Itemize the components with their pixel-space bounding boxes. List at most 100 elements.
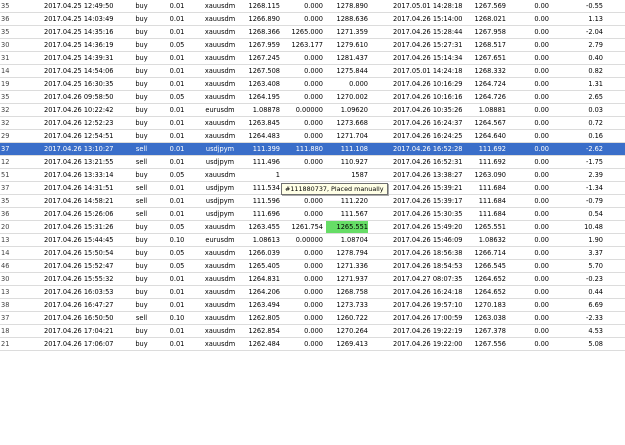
close-time-cell: 2017.04.26 16:24:37	[393, 119, 463, 127]
row-id-cell: 36	[1, 210, 10, 218]
size-cell: 0.01	[169, 288, 185, 296]
type-cell: buy	[135, 67, 148, 75]
profit-cell: -2.33	[585, 314, 603, 322]
commission-cell: 0.00	[534, 145, 549, 153]
open-price-cell: 111.596	[252, 197, 280, 205]
symbol-cell: usdjpym	[205, 210, 235, 218]
table-row[interactable]: 20 2017.04.26 15:31:26 buy 0.05 xauusdm 1263.…	[0, 221, 625, 234]
close-time-cell: 2017.05.01 14:24:18	[393, 67, 463, 75]
type-cell: buy	[135, 41, 148, 49]
profit-cell: -0.23	[585, 275, 603, 283]
row-id-cell: 35	[1, 2, 10, 10]
table-row[interactable]: 18 2017.04.26 17:04:21 buy 0.01 xauusdm 1262.…	[0, 325, 625, 338]
take-profit-cell: 1288.636	[336, 15, 368, 23]
commission-cell: 0.00	[534, 223, 549, 231]
table-row[interactable]: 32 2017.04.26 10:22:42 buy 0.01 eurusdm 1.088…	[0, 104, 625, 117]
stop-loss-cell: 0.00000	[295, 236, 323, 244]
close-time-cell: 2017.04.26 16:52:28	[393, 145, 463, 153]
table-row[interactable]: 13 2017.04.26 15:44:45 buy 0.10 eurusdm 1.086…	[0, 234, 625, 247]
take-profit-cell: 1260.722	[336, 314, 368, 322]
table-row[interactable]: 38 2017.04.26 16:47:27 buy 0.01 xauusdm 1263.…	[0, 299, 625, 312]
stop-loss-cell: 0.000	[304, 119, 323, 127]
profit-cell: 2.39	[588, 171, 603, 179]
stop-loss-cell: 0.000	[304, 288, 323, 296]
table-row[interactable]: 46 2017.04.26 15:52:47 buy 0.05 xauusdm 1265.…	[0, 260, 625, 273]
commission-cell: 0.00	[534, 15, 549, 23]
table-row[interactable]: 30 2017.04.25 14:36:19 buy 0.05 xauusdm 1267.…	[0, 39, 625, 52]
symbol-cell: usdjpym	[205, 145, 235, 153]
close-price-cell: 111.684	[478, 184, 506, 192]
close-time-cell: 2017.04.26 16:24:18	[393, 288, 463, 296]
profit-cell: 2.65	[588, 93, 603, 101]
open-price-cell: 1262.805	[248, 314, 280, 322]
close-price-cell: 111.684	[478, 210, 506, 218]
open-time-cell: 2017.04.26 14:31:51	[44, 184, 114, 192]
take-profit-cell: 1265.551	[326, 221, 368, 233]
take-profit-cell: 111.567	[340, 210, 368, 218]
symbol-cell: eurusdm	[205, 236, 235, 244]
open-price-cell: 1267.959	[248, 41, 280, 49]
table-row[interactable]: 32 2017.04.26 12:52:23 buy 0.01 xauusdm 1263.…	[0, 117, 625, 130]
table-row[interactable]: 14 2017.04.26 15:50:54 buy 0.05 xauusdm 1266.…	[0, 247, 625, 260]
take-profit-cell: 1271.359	[336, 28, 368, 36]
size-cell: 0.05	[169, 223, 185, 231]
table-row[interactable]: 35 2017.04.26 14:58:21 sell 0.01 usdjpym 111.…	[0, 195, 625, 208]
symbol-cell: xauusdm	[204, 67, 236, 75]
commission-cell: 0.00	[534, 184, 549, 192]
commission-cell: 0.00	[534, 132, 549, 140]
size-cell: 0.01	[169, 197, 185, 205]
close-time-cell: 2017.04.26 15:39:17	[393, 197, 463, 205]
open-price-cell: 1264.195	[248, 93, 280, 101]
table-row[interactable]: 51 2017.04.26 13:33:14 buy 0.05 xauusdm 1 1587…	[0, 169, 625, 182]
symbol-cell: xauusdm	[204, 301, 236, 309]
take-profit-cell: 111.220	[340, 197, 368, 205]
table-row[interactable]: 12 2017.04.26 13:21:55 sell 0.01 usdjpym 111.…	[0, 156, 625, 169]
close-price-cell: 1266.714	[474, 249, 506, 257]
commission-cell: 0.00	[534, 158, 549, 166]
close-price-cell: 1263.090	[474, 171, 506, 179]
size-cell: 0.01	[169, 119, 185, 127]
open-time-cell: 2017.04.26 16:50:50	[44, 314, 114, 322]
close-price-cell: 1264.726	[474, 93, 506, 101]
table-row[interactable]: 14 2017.04.25 14:54:06 buy 0.01 xauusdm 1267.…	[0, 65, 625, 78]
stop-loss-cell: 0.000	[304, 314, 323, 322]
commission-cell: 0.00	[534, 197, 549, 205]
table-row[interactable]: 37 2017.04.26 13:10:27 sell 0.01 usdjpym 111.…	[0, 143, 625, 156]
commission-cell: 0.00	[534, 119, 549, 127]
table-row[interactable]: 35 2017.04.25 14:35:16 buy 0.01 xauusdm 1268.…	[0, 26, 625, 39]
table-row[interactable]: 36 2017.04.26 15:26:06 sell 0.01 usdjpym 111.…	[0, 208, 625, 221]
table-row[interactable]: 30 2017.04.26 15:55:32 buy 0.01 xauusdm 1264.…	[0, 273, 625, 286]
stop-loss-cell: 0.000	[304, 275, 323, 283]
table-row[interactable]: 37 2017.04.26 16:50:50 sell 0.10 xauusdm 1262…	[0, 312, 625, 325]
profit-cell: 1.90	[588, 236, 603, 244]
table-row[interactable]: 21 2017.04.26 17:06:07 buy 0.01 xauusdm 1262.…	[0, 338, 625, 351]
close-time-cell: 2017.04.26 15:49:20	[393, 223, 463, 231]
profit-cell: 2.79	[588, 41, 603, 49]
close-time-cell: 2017.04.27 08:07:35	[393, 275, 463, 283]
table-row[interactable]: 13 2017.04.26 16:03:53 buy 0.01 xauusdm 1264.…	[0, 286, 625, 299]
stop-loss-cell: 0.000	[304, 158, 323, 166]
type-cell: buy	[135, 288, 148, 296]
type-cell: buy	[135, 236, 148, 244]
symbol-cell: xauusdm	[204, 15, 236, 23]
profit-cell: 0.40	[588, 54, 603, 62]
open-price-cell: 111.399	[252, 145, 280, 153]
profit-cell: -1.75	[585, 158, 603, 166]
commission-cell: 0.00	[534, 171, 549, 179]
profit-cell: 1.13	[588, 15, 603, 23]
commission-cell: 0.00	[534, 93, 549, 101]
table-row[interactable]: 19 2017.04.25 16:30:35 buy 0.01 xauusdm 1263.…	[0, 78, 625, 91]
table-row[interactable]: 36 2017.04.25 14:03:49 buy 0.01 xauusdm 1266.…	[0, 13, 625, 26]
close-price-cell: 1265.551	[474, 223, 506, 231]
take-profit-cell: 1271.336	[336, 262, 368, 270]
size-cell: 0.01	[169, 340, 185, 348]
table-row[interactable]: 31 2017.04.25 14:39:31 buy 0.01 xauusdm 1267.…	[0, 52, 625, 65]
table-row[interactable]: 35 2017.04.26 09:58:50 buy 0.05 xauusdm 1264.…	[0, 91, 625, 104]
take-profit-cell: 111.108	[340, 145, 368, 153]
table-row[interactable]: 29 2017.04.26 12:54:51 buy 0.01 xauusdm 1264.…	[0, 130, 625, 143]
open-time-cell: 2017.04.26 10:22:42	[44, 106, 114, 114]
table-row[interactable]: 35 2017.04.25 12:49:50 buy 0.01 xauusdm 1268.…	[0, 0, 625, 13]
close-price-cell: 1267.378	[474, 327, 506, 335]
row-id-cell: 12	[1, 158, 10, 166]
profit-cell: 0.03	[588, 106, 603, 114]
